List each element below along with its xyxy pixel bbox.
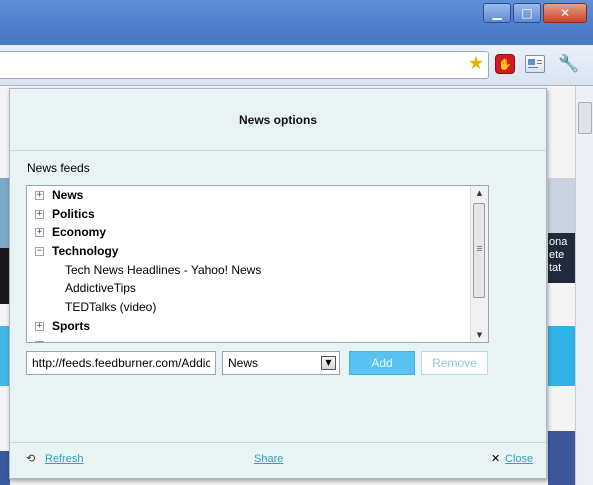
tree-node-technology[interactable]: − Technology xyxy=(27,242,472,261)
news-extension-icon xyxy=(525,55,545,73)
collapse-icon[interactable]: − xyxy=(35,247,44,257)
news-feeds-label: News feeds xyxy=(27,161,90,175)
chevron-down-icon[interactable]: ▼ xyxy=(321,356,336,370)
popup-footer: ⟲ Refresh Share ✕ Close xyxy=(10,447,546,471)
tree-node-sports[interactable]: + Sports xyxy=(27,317,472,336)
feed-url-input[interactable] xyxy=(26,351,216,375)
category-label: Politics xyxy=(52,206,95,221)
category-label: Technology xyxy=(52,244,119,259)
page-scrollbar[interactable] xyxy=(575,86,593,485)
grip-icon xyxy=(477,246,482,247)
feed-label: Tech News Headlines - Yahoo! News xyxy=(65,262,262,277)
feed-item[interactable]: AddictiveTips xyxy=(27,279,472,298)
bg-text: tat xyxy=(549,262,562,274)
tree-scrollbar-thumb[interactable] xyxy=(473,203,485,298)
adblock-icon: ✋ xyxy=(495,54,515,74)
close-icon[interactable]: ✕ xyxy=(491,452,500,465)
browser-titlebar: ▁ □ ✕ xyxy=(0,0,593,45)
expand-icon[interactable]: + xyxy=(35,321,44,331)
maximize-icon: □ xyxy=(521,6,533,20)
refresh-link[interactable]: Refresh xyxy=(45,453,84,465)
refresh-icon[interactable]: ⟲ xyxy=(26,452,35,465)
popup-title: News options xyxy=(238,113,317,127)
tree-node-news[interactable]: + News xyxy=(27,186,472,205)
scroll-up-icon[interactable]: ▲ xyxy=(471,186,488,200)
news-extension-button[interactable] xyxy=(524,53,546,75)
share-link[interactable]: Share xyxy=(254,453,283,465)
category-label: Economy xyxy=(52,225,107,240)
category-select[interactable]: News ▼ xyxy=(222,351,340,375)
window-controls: ▁ □ ✕ xyxy=(481,3,587,23)
close-window-button[interactable]: ✕ xyxy=(543,3,587,23)
wrench-menu-button[interactable]: 🔧 xyxy=(558,53,580,75)
wrench-icon: 🔧 xyxy=(558,54,580,74)
tree-scrollbar[interactable]: ▲ ▼ xyxy=(470,186,488,342)
bg-text: ete xyxy=(549,249,565,261)
close-link[interactable]: Close xyxy=(505,453,533,465)
scroll-down-icon[interactable]: ▼ xyxy=(471,328,488,342)
feed-label: TEDTalks (video) xyxy=(65,300,157,315)
expand-icon[interactable]: + xyxy=(35,209,44,219)
bg-text: ona xyxy=(549,236,568,248)
minimize-icon: ▁ xyxy=(492,6,502,20)
category-label: Sports xyxy=(52,318,91,333)
feed-tree-list: + News + Politics + Economy − Technology… xyxy=(27,186,472,342)
tree-node-partial[interactable]: + xyxy=(27,336,472,342)
bg-column xyxy=(548,431,575,485)
bg-column xyxy=(548,178,575,233)
maximize-button[interactable]: □ xyxy=(513,3,541,23)
browser-toolbar: ★ ✋ 🔧 xyxy=(0,45,593,86)
close-window-icon: ✕ xyxy=(559,6,571,20)
tree-node-politics[interactable]: + Politics xyxy=(27,205,472,224)
category-select-value: News xyxy=(228,356,259,370)
tree-node-economy[interactable]: + Economy xyxy=(27,223,472,242)
bg-column xyxy=(548,86,575,178)
add-button[interactable]: Add xyxy=(349,351,415,375)
feed-item[interactable]: TEDTalks (video) xyxy=(27,298,472,317)
adblock-button[interactable]: ✋ xyxy=(494,53,516,75)
feed-label: AddictiveTips xyxy=(65,281,136,296)
news-options-popup: News options News feeds + News + Politic… xyxy=(9,88,547,479)
category-label: News xyxy=(52,188,84,202)
address-bar[interactable]: ★ xyxy=(0,51,489,79)
minimize-button[interactable]: ▁ xyxy=(483,3,511,23)
star-icon[interactable]: ★ xyxy=(468,54,484,74)
divider xyxy=(10,150,546,151)
feed-item[interactable]: Tech News Headlines - Yahoo! News xyxy=(27,261,472,280)
feed-tree: + News + Politics + Economy − Technology… xyxy=(26,185,489,343)
expand-icon[interactable]: + xyxy=(35,228,44,238)
remove-button[interactable]: Remove xyxy=(421,351,488,375)
expand-icon[interactable]: + xyxy=(35,191,44,200)
page-scrollbar-thumb[interactable] xyxy=(578,102,592,134)
expand-icon[interactable]: + xyxy=(35,340,44,342)
bg-column xyxy=(548,326,575,386)
divider xyxy=(10,442,546,443)
